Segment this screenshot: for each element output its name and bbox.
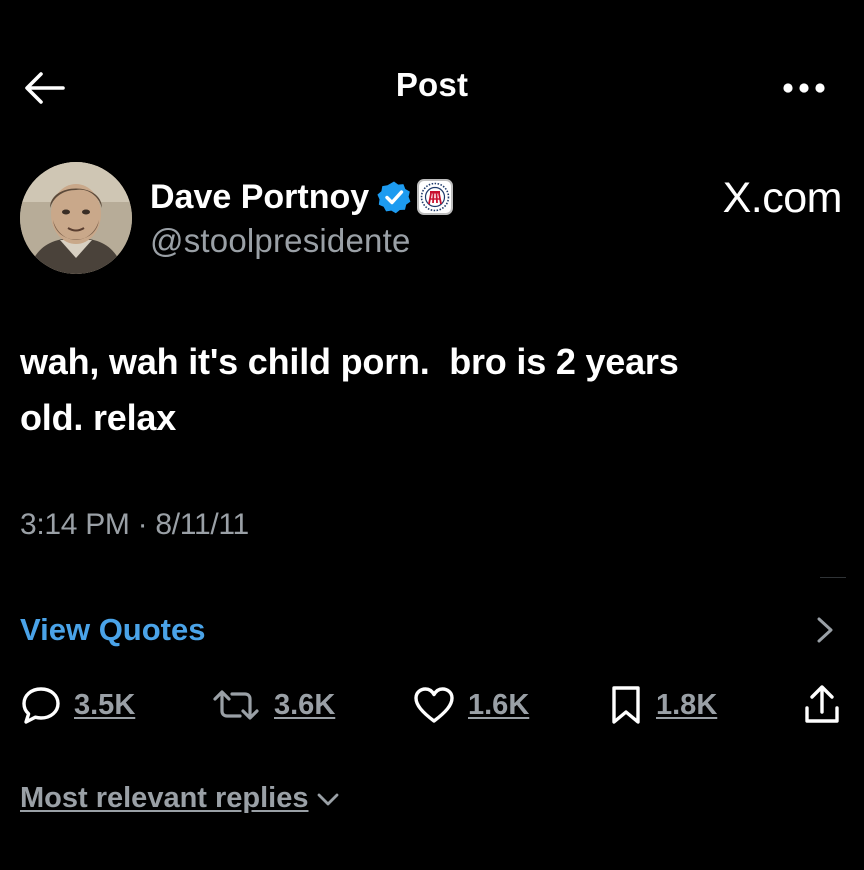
more-options-button[interactable] xyxy=(780,72,828,104)
reply-count: 3.5K xyxy=(74,688,136,721)
barstool-logo-icon xyxy=(420,182,450,212)
reply-icon xyxy=(22,687,60,724)
top-bar: Post xyxy=(0,50,864,126)
replies-sort-dropdown[interactable]: Most relevant replies xyxy=(20,782,341,815)
more-horizontal-icon xyxy=(783,83,825,93)
divider xyxy=(820,577,846,578)
bookmark-count: 1.8K xyxy=(656,688,718,721)
verified-badge-icon xyxy=(377,181,411,214)
share-button[interactable] xyxy=(802,684,842,726)
like-button[interactable]: 1.6K xyxy=(412,680,529,730)
reply-button[interactable]: 3.5K xyxy=(20,680,135,730)
view-quotes-row[interactable]: View Quotes xyxy=(0,600,864,660)
post-action-bar: 3.5K 3.6K 1.6K 1.8K xyxy=(20,680,844,730)
repost-count: 3.6K xyxy=(274,688,336,721)
share-icon xyxy=(805,685,839,723)
author-name-row: Dave Portnoy xyxy=(150,176,454,218)
source-watermark: X.com xyxy=(722,174,843,222)
repost-button[interactable]: 3.6K xyxy=(210,680,335,730)
page-title: Post xyxy=(395,66,469,103)
author-handle[interactable]: @stoolpresidente xyxy=(150,222,411,260)
bookmark-button[interactable]: 1.8K xyxy=(608,680,717,730)
post-text: wah, wah it's child porn. bro is 2 years… xyxy=(20,341,679,438)
avatar-photo xyxy=(20,162,132,274)
author-display-name[interactable]: Dave Portnoy xyxy=(150,178,369,217)
chevron-right-icon xyxy=(817,617,833,643)
chevron-down-icon xyxy=(317,793,338,805)
avatar[interactable] xyxy=(20,162,132,274)
heart-icon xyxy=(414,687,454,723)
like-count: 1.6K xyxy=(468,688,530,721)
view-quotes-link[interactable]: View Quotes xyxy=(20,612,206,648)
bookmark-icon xyxy=(612,686,640,724)
barstool-affiliate-badge-icon[interactable] xyxy=(417,179,454,215)
replies-sort-label: Most relevant replies xyxy=(20,782,309,814)
repost-icon xyxy=(213,690,259,720)
post-author: Dave Portnoy @stoolpresidente X.com xyxy=(20,160,844,276)
post-timestamp[interactable]: 3:14 PM · 8/11/11 xyxy=(20,508,249,542)
